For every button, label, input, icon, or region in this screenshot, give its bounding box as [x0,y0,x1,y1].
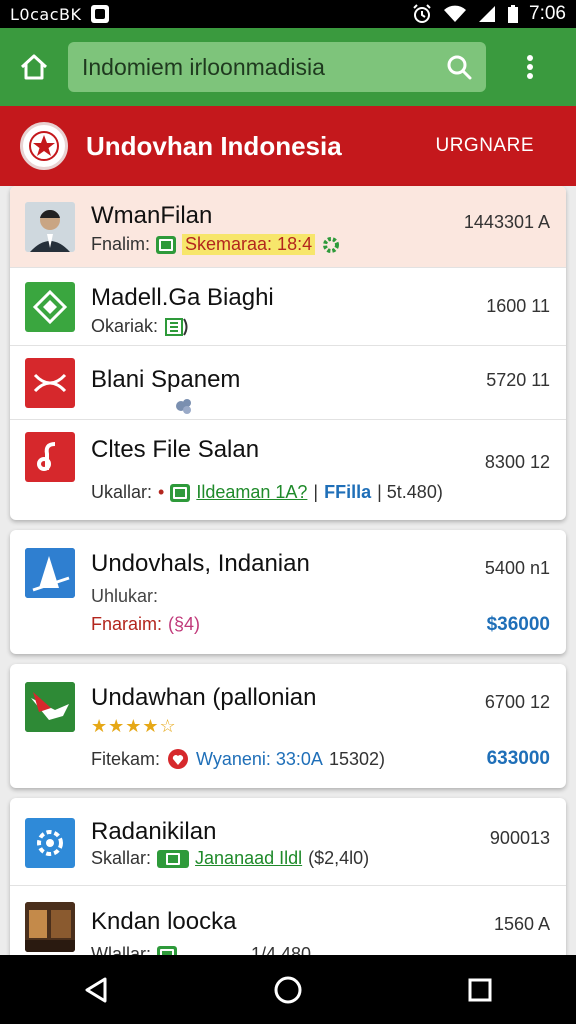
list-item[interactable]: Undovhals, Indanian Uhlukar: Fnaraim: (§… [10,530,566,654]
gear-app-icon [25,818,75,868]
home-nav-button[interactable] [248,960,328,1020]
item-name: Blani Spanem [91,366,241,393]
list-item[interactable]: WmanFilan Fnalim: Skemaraa: 18:4 1443301… [10,186,566,268]
battery-icon [508,5,519,23]
search-bar[interactable]: Indomiem irloonmadisia [68,42,486,92]
item-code: 5400 n1 [484,558,550,578]
back-icon [85,977,107,1002]
list-item[interactable]: Cltes File Salan Ukallar: • Ildeaman 1A?… [10,420,566,520]
notification-icon [91,5,110,23]
item-name: Kndan loocka [91,908,237,935]
emblem-logo [20,122,68,170]
home-icon [20,54,48,80]
section-banner: Undovhan Indonesia URGNARE [0,106,576,186]
item-subline: Ukallar: • Ildeaman 1A? | FFilla | 5t.48… [91,482,443,503]
item-extra: ($2,4l0) [308,848,370,868]
results-card: Undawhan (pallonian ★★★★☆ Fitekam: Wyane… [10,664,566,788]
item-subline: Okariak: [91,316,190,337]
system-nav-bar [0,955,576,1024]
item-extra: | 5t.480) [377,482,443,502]
item-name: Cltes File Salan [91,436,260,463]
item-code: 900013 [489,828,550,848]
item-extra: 15302) [328,748,385,769]
item-code: 1600 11 [486,296,550,316]
list-item[interactable]: Undawhan (pallonian ★★★★☆ Fitekam: Wyane… [10,664,566,788]
item-subline: Fnaraim: (§4) [91,614,200,635]
item-sub-label: Uhlukar: [91,586,159,606]
banner-title: Undovhan Indonesia [86,130,342,161]
item-tag: (§4) [168,614,201,634]
item-sub-label: Fnalim: [91,234,151,254]
item-sub-label: Ukallar: [91,482,153,502]
diamond-app-icon [25,282,75,332]
results-card: Undovhals, Indanian Uhlukar: Fnaraim: (§… [10,530,566,654]
item-subline: Fnalim: Skemaraa: 18:4 [91,234,341,255]
star-emblem-icon [29,131,59,161]
tag-icon [157,849,190,868]
person-avatar-icon [25,202,75,252]
item-link[interactable]: Ildeaman 1A? [196,482,307,503]
tag-icon [156,235,177,254]
alarm-icon [413,4,431,23]
bowtie-app-icon [25,358,75,408]
results-card: WmanFilan Fnalim: Skemaraa: 18:4 1443301… [10,186,566,520]
app-toolbar: Indomiem irloonmadisia [0,28,576,106]
search-icon[interactable] [446,54,472,80]
sailboat-app-icon [25,548,75,598]
list-item[interactable]: Blani Spanem 5720 11 [10,346,566,420]
item-sub-label: Skallar: [91,848,152,868]
signal-icon [479,6,496,22]
home-circle-icon [274,976,302,1003]
overflow-menu-button[interactable] [486,28,574,106]
item-name: Radanikilan [91,818,217,845]
puzzle-icon [176,399,191,414]
carrier-label: L0cacBK [10,4,82,24]
separator: | [313,482,319,502]
results-card: Radanikilan Skallar: Jananaad Ildl ($2,4… [10,798,566,968]
item-subline: Fitekam: Wyaneni: 33:0A 15302) [91,748,385,770]
rating-stars: ★★★★☆ [91,716,177,736]
item-sub-label-2: Fnaraim: [91,614,163,634]
bookmark-icon [165,317,188,336]
item-tag: Skemaraa: 18:4 [182,234,316,255]
file-app-icon [25,432,75,482]
more-vert-icon [527,55,533,79]
clock: 7:06 [529,3,566,24]
item-blue-label: Wyaneni: 33:0A [196,748,323,769]
item-sub-label: Fitekam: [91,748,161,769]
list-item[interactable]: Madell.Ga Biaghi Okariak: 1600 11 [10,268,566,346]
item-subline: Skallar: Jananaad Ildl ($2,4l0) [91,848,369,869]
item-code: 1560 A [493,914,550,934]
recents-button[interactable] [440,960,520,1020]
item-name: Undovhals, Indanian [91,550,310,577]
heart-badge-icon [168,749,189,769]
store-photo-icon [25,902,75,952]
item-code: 8300 12 [484,452,550,472]
list-item[interactable]: Radanikilan Skallar: Jananaad Ildl ($2,4… [10,798,566,886]
status-bar: L0cacBK 7:06 [0,0,576,28]
banner-action-button[interactable]: URGNARE [435,135,534,157]
item-name: Undawhan (pallonian [91,684,317,711]
item-sub-label: Okariak: [91,316,159,336]
gear-icon [323,236,340,253]
dot-icon: • [158,482,165,502]
recents-icon [468,978,492,1001]
item-link[interactable]: Jananaad Ildl [195,848,302,869]
item-name: WmanFilan [91,202,213,229]
item-name: Madell.Ga Biaghi [91,284,274,311]
home-button[interactable] [0,28,68,106]
item-blue-label: FFilla [324,482,372,502]
item-price: $36000 [486,614,550,635]
back-button[interactable] [56,960,136,1020]
tag-icon [170,483,191,502]
wifi-icon [444,5,467,22]
bird-app-icon [25,682,75,732]
item-code: 1443301 A [463,212,550,232]
item-price: 633000 [486,748,550,769]
item-code: 6700 12 [484,692,550,712]
item-code: 5720 11 [486,370,550,390]
search-input[interactable]: Indomiem irloonmadisia [82,54,446,81]
